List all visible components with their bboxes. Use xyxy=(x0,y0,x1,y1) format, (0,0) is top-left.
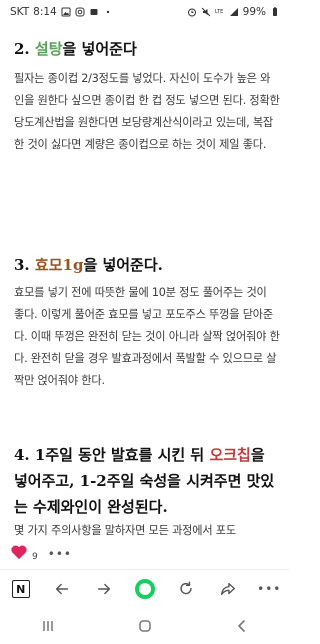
system-back-button[interactable] xyxy=(227,614,257,638)
heart-icon xyxy=(11,545,27,560)
section-3-paragraph: 효모를 넣기 전에 따뜻한 물에 10분 정도 풀어주는 것이 좋다. 이렇게 … xyxy=(14,286,280,387)
battery-percent: 99% xyxy=(242,6,266,18)
section-3-highlight: 효모1g xyxy=(34,256,84,274)
reaction-bar: 9 ••• xyxy=(0,540,290,568)
section-4-highlight: 오크칩 xyxy=(209,446,251,464)
section-2-heading: 2. 설탕을 넣어준다 xyxy=(14,38,280,60)
section-4-prefix: 4. 1주일 동안 발효를 시킨 뒤 xyxy=(14,446,210,464)
system-home-button[interactable] xyxy=(130,614,160,638)
clock: 8:14 xyxy=(33,6,57,18)
carrier-label: SKT xyxy=(10,6,30,18)
more-dots-icon: ••• xyxy=(257,582,282,596)
section-2-paragraph: 필자는 종이컵 2/3정도를 넣었다. 자신이 도수가 높은 와인을 원한다 싶… xyxy=(14,72,280,151)
article-body: 2. 설탕을 넣어준다 필자는 종이컵 2/3정도를 넣었다. 자신이 도수가 … xyxy=(0,24,290,544)
gallery-icon xyxy=(61,7,71,17)
mute-icon xyxy=(201,7,211,17)
section-4-heading: 4. 1주일 동안 발효를 시킨 뒤 오크칩을 넣어주고, 1-2주일 숙성을 … xyxy=(14,442,280,520)
green-circle-icon xyxy=(134,579,155,599)
signal-icon xyxy=(229,7,239,17)
chevron-left-icon xyxy=(237,620,245,632)
like-button[interactable] xyxy=(10,544,28,564)
naver-n-icon: N xyxy=(11,580,30,598)
refresh-icon xyxy=(180,581,193,595)
share-button[interactable] xyxy=(215,576,241,602)
refresh-button[interactable] xyxy=(173,576,199,602)
recent-apps-icon xyxy=(43,621,54,631)
dot-icon xyxy=(103,7,113,17)
section-3-heading-rest: 을 넣어준다. xyxy=(83,256,163,274)
svg-text:LTE: LTE xyxy=(215,9,223,15)
status-left: SKT 8:14 xyxy=(10,6,113,18)
arrow-right-icon xyxy=(97,583,110,595)
status-bar: SKT 8:14 LTE 99% xyxy=(0,0,290,24)
alarm-icon xyxy=(187,7,197,17)
share-arrow-icon xyxy=(220,582,235,596)
like-count: 9 xyxy=(32,552,38,562)
section-3-number: 3. xyxy=(14,256,30,274)
arrow-left-icon xyxy=(56,583,69,595)
status-right: LTE 99% xyxy=(187,6,280,18)
home-square-icon xyxy=(139,620,151,632)
instagram-icon xyxy=(75,7,85,17)
section-2-number: 2. xyxy=(14,40,30,58)
lte-icon: LTE xyxy=(215,7,225,17)
section-3-heading: 3. 효모1g을 넣어준다. xyxy=(14,254,280,276)
system-nav-bar xyxy=(0,608,290,644)
forward-button[interactable] xyxy=(91,576,117,602)
back-button[interactable] xyxy=(49,576,75,602)
more-button[interactable]: ••• xyxy=(256,576,282,602)
recent-apps-button[interactable] xyxy=(33,614,63,638)
section-2-highlight: 설탕 xyxy=(34,40,63,58)
section-2-heading-rest: 을 넣어준다 xyxy=(62,40,137,58)
naver-home-button[interactable]: N xyxy=(8,576,34,602)
browser-toolbar: N ••• xyxy=(0,569,290,608)
notification-icon xyxy=(89,7,99,17)
battery-icon xyxy=(270,7,280,17)
green-home-button[interactable] xyxy=(132,576,158,602)
reaction-more-button[interactable]: ••• xyxy=(48,547,72,561)
section-4-paragraph-partial: 몇 가지 주의사항을 말하자면 모든 과정에서 포도 xyxy=(14,524,236,537)
